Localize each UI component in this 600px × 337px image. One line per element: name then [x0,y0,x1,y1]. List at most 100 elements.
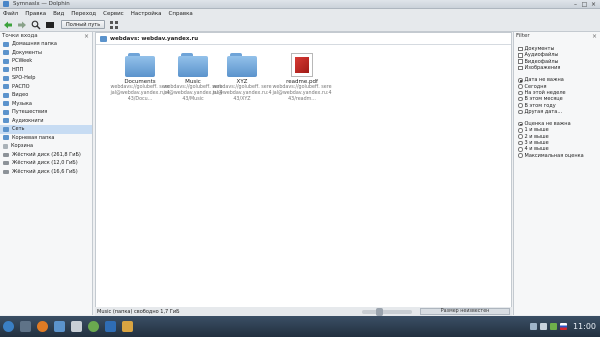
checkbox[interactable] [518,65,523,71]
mail-icon[interactable] [71,321,82,332]
places-item[interactable]: PCWeek [0,57,92,66]
menu-edit[interactable]: Правка [25,11,46,17]
filter-panel: Filter × Документы Аудиофайлы Видеофайлы Из… [513,32,600,315]
places-item[interactable]: Жёсткий диск (12,0 ГиБ) [0,159,92,168]
minimize-button[interactable]: – [572,1,579,8]
terminal-button[interactable] [45,20,55,30]
places-item[interactable]: НПП [0,66,92,75]
places-item[interactable]: Жёсткий диск (261,8 ГиБ) [0,151,92,160]
maximize-button[interactable]: □ [581,1,588,8]
folder-icon [3,84,9,90]
filter-radio[interactable]: Максимальная оценка [518,152,600,159]
dolphin-app-icon [3,1,9,7]
menu-go[interactable]: Переход [71,11,96,17]
radio-button[interactable] [518,96,523,102]
media-icon[interactable] [122,321,133,332]
filter-option-label: Аудиофайлы [524,52,559,59]
places-item-label: Жёсткий диск (261,8 ГиБ) [12,151,81,158]
close-button[interactable]: × [590,1,597,8]
places-item-label: Жёсткий диск (12,0 ГиБ) [12,160,78,167]
folder-icon [3,50,9,56]
radio-button[interactable] [518,103,523,108]
filter-date-group: Дата не важна Сегодня На этой неделе В этом… [514,77,600,115]
checkbox[interactable] [518,46,523,52]
menu-file[interactable]: Файл [3,11,18,17]
network-folder-icon [100,35,107,42]
radio-button[interactable] [518,153,523,158]
places-item[interactable]: SPO-Help [0,74,92,83]
places-item[interactable]: Путешествия [0,108,92,117]
network-icon[interactable] [529,323,537,330]
places-item[interactable]: Корневая папка [0,134,92,143]
location-path: webdavs: webdav.yandex.ru [110,35,199,42]
desktop-icon[interactable] [20,321,31,332]
folder-icon [3,109,9,115]
file-item[interactable]: XYZ webdavs://golubeff. serejal@webdav.ya… [212,53,272,103]
chat-icon[interactable] [88,321,99,332]
places-item[interactable]: Домашняя папка [0,40,92,49]
zoom-slider[interactable] [362,307,412,316]
forward-button[interactable] [17,20,27,30]
back-button[interactable] [3,20,13,30]
places-item[interactable]: Сеть [0,125,92,134]
places-item-label: НПП [12,66,24,73]
menu-settings[interactable]: Настройка [131,11,162,17]
dolphin-icon[interactable] [54,321,65,332]
folder-icon [125,53,155,77]
filter-option-label: Сегодня [524,83,547,90]
file-item[interactable]: Documents webdavs://golubeff. serejal@web… [110,53,170,103]
radio-button[interactable] [518,84,523,89]
file-url: webdavs://golubeff. serejal@webdav.yande… [272,85,332,102]
radio-button[interactable] [518,109,523,115]
view-mode-button[interactable] [109,20,119,30]
search-button[interactable] [31,20,41,30]
places-item[interactable]: Корзина [0,142,92,151]
battery-icon[interactable] [549,323,557,330]
places-item-label: Домашняя папка [12,41,57,48]
file-item[interactable]: readme.pdf webdavs://golubeff. serejal@we… [272,53,332,103]
folder-icon [3,135,9,141]
radio-button[interactable] [518,78,523,83]
firefox-icon[interactable] [37,321,48,332]
places-item[interactable]: Видео [0,91,92,100]
clock[interactable]: 11:00 [573,322,596,331]
menu-tools[interactable]: Сервис [103,11,124,17]
filter-radio[interactable]: Другая дата... [518,109,600,115]
places-item[interactable]: Аудиокниги [0,117,92,126]
flag-icon[interactable] [559,323,567,330]
zoom-slider-handle[interactable] [376,307,383,316]
menu-help[interactable]: Справка [169,11,193,17]
close-icon[interactable]: × [84,33,89,40]
filter-checkbox[interactable]: Изображения [518,65,600,71]
volume-icon[interactable] [539,323,547,330]
radio-button[interactable] [518,90,523,96]
radio-button[interactable] [518,147,523,152]
system-tray: 11:00 [527,322,600,331]
close-icon[interactable]: × [592,33,597,40]
menu-view[interactable]: Вид [53,11,64,17]
radio-button[interactable] [518,128,523,133]
filter-option-label: 4 и выше [524,146,549,153]
radio-button[interactable] [518,121,523,127]
kde-menu-icon[interactable] [3,321,14,332]
places-item[interactable]: Документы [0,49,92,58]
places-item[interactable]: Жёсткий диск (16,6 ГиБ) [0,168,92,177]
radio-button[interactable] [518,140,523,146]
location-bar[interactable]: webdavs: webdav.yandex.ru [96,33,511,45]
folder-icon [178,53,208,77]
places-item-label: РАСПО [12,83,30,90]
places-item-label: Корневая папка [12,134,55,141]
menu-bar: Файл Правка Вид Переход Сервис Настройка… [0,9,600,18]
office-icon[interactable] [105,321,116,332]
file-view[interactable]: webdavs: webdav.yandex.ru Documents webda… [95,32,512,315]
places-item[interactable]: Музыка [0,100,92,109]
status-text: Music (папка) свободно 1,7 ГиБ [97,308,180,315]
window-title: Symnaslx — Dolphin [13,1,70,7]
checkbox[interactable] [518,59,523,64]
filter-option-label: 3 и выше [524,140,549,146]
places-item[interactable]: РАСПО [0,83,92,92]
radio-button[interactable] [518,134,523,139]
filter-option-label: Дата не важна [524,77,564,84]
checkbox[interactable] [518,53,523,58]
split-view-button[interactable]: Полный путь [61,20,106,29]
